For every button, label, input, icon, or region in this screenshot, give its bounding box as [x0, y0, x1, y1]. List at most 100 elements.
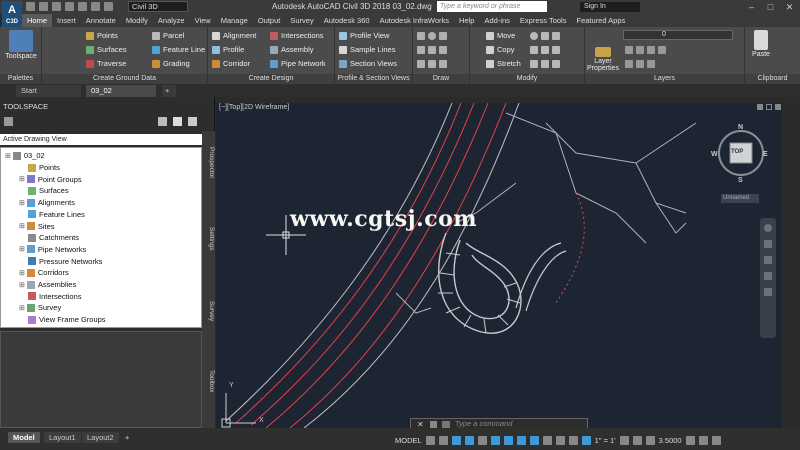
tree-item-intersections[interactable]: Intersections — [1, 290, 82, 302]
selection-cycling-icon[interactable] — [568, 435, 578, 445]
ribbon-tab-manage[interactable]: Manage — [216, 14, 253, 27]
recent-commands-icon[interactable] — [442, 421, 450, 428]
toolspace-menu-icon[interactable] — [4, 117, 13, 126]
annotation-visibility-icon[interactable] — [581, 435, 591, 445]
ribbon-tab-autodesk-360[interactable]: Autodesk 360 — [319, 14, 375, 27]
mirror-tool[interactable] — [530, 44, 560, 55]
viewport-controls[interactable]: [−][Top][2D Wireframe] — [219, 104, 289, 111]
viewcube-top-face[interactable]: TOP — [731, 149, 743, 155]
line-tool[interactable] — [417, 30, 447, 41]
expand-icon[interactable]: ⊞ — [19, 245, 25, 253]
new-tab-button[interactable]: + — [162, 85, 176, 97]
expand-icon[interactable]: ⊞ — [19, 175, 25, 183]
customize-command-icon[interactable] — [430, 421, 437, 428]
toolspace-view-dropdown[interactable]: Active Drawing View — [0, 134, 202, 145]
annotation-scale[interactable]: 1" = 1' — [595, 436, 616, 445]
save-as-icon[interactable] — [65, 2, 74, 11]
model-space-toggle[interactable]: MODEL — [395, 436, 422, 445]
transparency-icon[interactable] — [555, 435, 565, 445]
tab-layout1[interactable]: Layout1 — [44, 432, 81, 443]
ribbon-tab-add-ins[interactable]: Add-ins — [479, 14, 514, 27]
object-snap-tracking-icon[interactable] — [516, 435, 526, 445]
move-button[interactable]: Move — [486, 30, 515, 41]
new-icon[interactable] — [26, 2, 35, 11]
layer-tools-row-1[interactable] — [625, 44, 666, 55]
undo-icon[interactable] — [91, 2, 100, 11]
viewport-restore-icon[interactable] — [766, 104, 772, 110]
isodraft-icon[interactable] — [503, 435, 513, 445]
expand-icon[interactable]: ⊞ — [5, 152, 11, 160]
maximize-icon[interactable]: □ — [761, 0, 780, 14]
expand-icon[interactable]: ⊞ — [19, 199, 25, 207]
intersections-button[interactable]: Intersections — [270, 30, 324, 41]
tree-item-pipe-networks[interactable]: ⊞ Pipe Networks — [1, 244, 86, 256]
precision-value[interactable]: 3.5000 — [659, 436, 682, 445]
tree-item-survey[interactable]: ⊞ Survey — [1, 302, 61, 314]
rotate-tool[interactable] — [530, 30, 560, 41]
grading-button[interactable]: Grading — [152, 58, 190, 69]
assembly-button[interactable]: Assembly — [270, 44, 314, 55]
tab-start[interactable]: Start — [16, 85, 81, 97]
grid-icon[interactable] — [425, 435, 435, 445]
plot-icon[interactable] — [78, 2, 87, 11]
workspace-switch-icon[interactable] — [619, 435, 629, 445]
pipe-network-button[interactable]: Pipe Network — [270, 58, 326, 69]
traverse-button[interactable]: Traverse — [86, 58, 126, 69]
pan-icon[interactable] — [764, 240, 772, 248]
navigation-bar[interactable] — [760, 218, 776, 338]
help-icon[interactable] — [188, 117, 197, 126]
copy-button[interactable]: Copy — [486, 44, 515, 55]
orbit-icon[interactable] — [764, 272, 772, 280]
alignment-button[interactable]: Alignment — [212, 30, 256, 41]
polar-tracking-icon[interactable] — [490, 435, 500, 445]
spline-tool[interactable] — [417, 58, 447, 69]
tree-item-drawing-root[interactable]: ⊞ 03_02 — [1, 150, 45, 162]
tree-item-corridors[interactable]: ⊞ Corridors — [1, 267, 69, 279]
tab-layout2[interactable]: Layout2 — [82, 432, 119, 443]
ribbon-tab-annotate[interactable]: Annotate — [81, 14, 121, 27]
layer-dropdown[interactable]: 0 — [623, 30, 733, 40]
viewport-minimize-icon[interactable] — [757, 104, 763, 110]
ribbon-tab-help[interactable]: Help — [454, 14, 479, 27]
tree-item-feature-lines[interactable]: Feature Lines — [1, 209, 85, 221]
new-layout-button[interactable]: + — [120, 432, 134, 443]
infer-constraints-icon[interactable] — [451, 435, 461, 445]
ucs-menu[interactable]: Unnamed — [721, 194, 759, 203]
open-icon[interactable] — [39, 2, 48, 11]
arc-tool[interactable] — [417, 44, 447, 55]
expand-icon[interactable]: ⊞ — [19, 269, 25, 277]
ribbon-tab-output[interactable]: Output — [253, 14, 286, 27]
compass-south[interactable]: S — [738, 177, 743, 184]
units-icon[interactable] — [645, 435, 655, 445]
corridor-button[interactable]: Corridor — [212, 58, 250, 69]
toggle-panel-icon[interactable] — [173, 117, 182, 126]
tree-item-pressure-networks[interactable]: Pressure Networks — [1, 255, 102, 267]
tree-item-surfaces[interactable]: Surfaces — [1, 185, 69, 197]
toolspace-tab-settings[interactable]: Settings — [202, 209, 215, 269]
workspace-dropdown[interactable]: Civil 3D — [128, 1, 188, 12]
item-view-icon[interactable] — [158, 117, 167, 126]
close-icon[interactable]: ✕ — [780, 0, 799, 14]
redo-icon[interactable] — [104, 2, 113, 11]
ribbon-tab-analyze[interactable]: Analyze — [153, 14, 190, 27]
parcel-button[interactable]: Parcel — [152, 30, 184, 41]
tree-item-catchments[interactable]: Catchments — [1, 232, 79, 244]
application-menu-button[interactable]: A C3D — [2, 1, 22, 27]
stretch-button[interactable]: Stretch — [486, 58, 521, 69]
ribbon-tab-home[interactable]: Home — [22, 14, 53, 27]
toolspace-button[interactable]: Toolspace — [3, 30, 39, 60]
dynamic-input-icon[interactable] — [464, 435, 474, 445]
ribbon-tab-express-tools[interactable]: Express Tools — [515, 14, 572, 27]
tree-item-assemblies[interactable]: ⊞ Assemblies — [1, 279, 76, 291]
points-button[interactable]: Points — [86, 30, 118, 41]
surfaces-button[interactable]: Surfaces — [86, 44, 127, 55]
sign-in-button[interactable]: Sign In — [580, 2, 640, 12]
compass-west[interactable]: W — [711, 151, 718, 158]
ribbon-tab-featured-apps[interactable]: Featured Apps — [571, 14, 630, 27]
layer-properties-button[interactable]: Layer Properties — [586, 47, 620, 72]
hardware-acceleration-icon[interactable] — [698, 435, 708, 445]
sample-lines-button[interactable]: Sample Lines — [339, 44, 395, 55]
section-views-button[interactable]: Section Views — [339, 58, 397, 69]
scale-tool[interactable] — [530, 58, 560, 69]
object-snap-icon[interactable] — [529, 435, 539, 445]
